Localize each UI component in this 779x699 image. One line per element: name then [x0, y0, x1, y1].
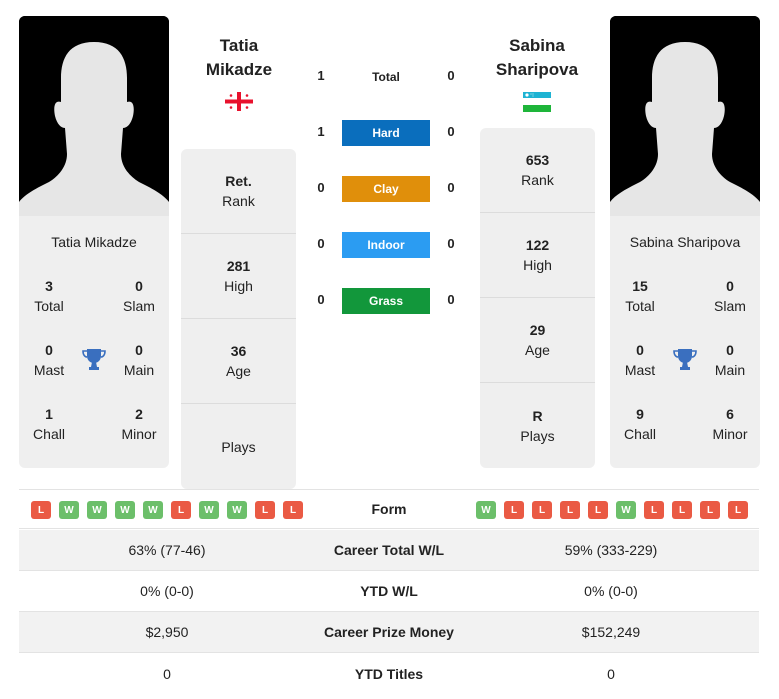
form-loss-badge[interactable]: L	[560, 501, 580, 519]
h2h-total-p1: 1	[317, 68, 325, 83]
silhouette-icon	[19, 16, 169, 216]
h2h-total-label: Total	[372, 70, 400, 84]
form-loss-badge[interactable]: L	[283, 501, 303, 519]
form-win-badge[interactable]: W	[143, 501, 163, 519]
surface-indoor-button[interactable]: Indoor	[342, 232, 430, 258]
player1-titles-mast: 0 Mast	[33, 342, 65, 378]
form-row: LWWWWLWWLL Form WLLLLWLLLL	[19, 489, 759, 529]
ytd-wl-row: 0% (0-0) YTD W/L 0% (0-0)	[19, 571, 759, 612]
player2-titles-slam: 0 Slam	[714, 278, 746, 314]
player2-card-name: Sabina Sharipova	[629, 234, 741, 250]
form-loss-badge[interactable]: L	[700, 501, 720, 519]
prize-money-row: $2,950 Career Prize Money $152,249	[19, 612, 759, 653]
player2-career-wl: 59% (333-229)	[564, 542, 658, 558]
form-win-badge[interactable]: W	[616, 501, 636, 519]
form-loss-badge[interactable]: L	[672, 501, 692, 519]
player1-card: Tatia Mikadze 3 Total 0 Slam 0 Mast 0 Main 1…	[19, 16, 169, 468]
h2h-clay-p2: 0	[447, 180, 455, 195]
player2-rank: 653 Rank	[480, 128, 595, 213]
surface-clay-button[interactable]: Clay	[342, 176, 430, 202]
player1-first-name[interactable]: Tatia	[164, 34, 314, 58]
form-loss-badge[interactable]: L	[504, 501, 524, 519]
player1-titles-chall: 1 Chall	[33, 406, 65, 442]
player2-photo	[610, 16, 760, 216]
form-loss-badge[interactable]: L	[171, 501, 191, 519]
surface-hard-button[interactable]: Hard	[342, 120, 430, 146]
player1-plays: Plays	[221, 438, 256, 455]
player1-titles-total: 3 Total	[34, 278, 64, 314]
form-loss-badge[interactable]: L	[532, 501, 552, 519]
player2-high: 122 High	[480, 213, 595, 298]
trophy-icon	[672, 346, 698, 372]
form-win-badge[interactable]: W	[227, 501, 247, 519]
form-loss-badge[interactable]: L	[644, 501, 664, 519]
player1-name[interactable]: Tatia Mikadze	[164, 34, 314, 82]
player1-titles-minor: 2 Minor	[121, 406, 157, 442]
surface-grass-button[interactable]: Grass	[342, 288, 430, 314]
form-loss-badge[interactable]: L	[728, 501, 748, 519]
uzbekistan-flag-icon	[523, 92, 551, 115]
player2-titles-main: 0 Main	[714, 342, 746, 378]
ytd-titles-label: YTD Titles	[354, 665, 424, 682]
player2-titles-mast: 0 Mast	[624, 342, 656, 378]
player1-age: 36 Age	[181, 319, 296, 404]
ytd-titles-row: 0 YTD Titles 0	[19, 653, 759, 694]
form-label: Form	[371, 501, 407, 517]
player1-career-wl: 63% (77-46)	[128, 542, 206, 558]
h2h-total-p2: 0	[447, 68, 455, 83]
player1-titles-main: 0 Main	[123, 342, 155, 378]
career-wl-label: Career Total W/L	[333, 542, 445, 558]
player2-rank-panel: 653 Rank 122 High 29 Age R Plays	[480, 128, 595, 468]
form-win-badge[interactable]: W	[199, 501, 219, 519]
h2h-hard-p1: 1	[317, 124, 325, 139]
player1-ytd-wl: 0% (0-0)	[140, 583, 194, 599]
form-win-badge[interactable]: W	[476, 501, 496, 519]
player2-prize-money: $152,249	[581, 624, 641, 640]
player1-rank: Ret. Rank	[181, 149, 296, 234]
player2-last-name[interactable]: Sharipova	[462, 58, 612, 82]
player1-photo	[19, 16, 169, 216]
player1-prize-money: $2,950	[145, 624, 189, 640]
player2-plays: R Plays	[520, 407, 555, 444]
player2-titles-total: 15 Total	[625, 278, 655, 314]
player2-name[interactable]: Sabina Sharipova	[462, 34, 612, 82]
player1-rank-panel: Ret. Rank 281 High 36 Age Plays	[181, 149, 296, 489]
form-win-badge[interactable]: W	[87, 501, 107, 519]
silhouette-icon	[610, 16, 760, 216]
player2-ytd-titles: 0	[607, 665, 615, 682]
form-loss-badge[interactable]: L	[588, 501, 608, 519]
form-loss-badge[interactable]: L	[255, 501, 275, 519]
player2-titles-minor: 6 Minor	[712, 406, 748, 442]
player1-card-name: Tatia Mikadze	[51, 234, 137, 250]
prize-money-label: Career Prize Money	[324, 624, 454, 640]
player2-age: 29 Age	[480, 298, 595, 383]
form-win-badge[interactable]: W	[115, 501, 135, 519]
h2h-grass-p1: 0	[317, 292, 325, 307]
h2h-indoor-p2: 0	[447, 236, 455, 251]
h2h-grass-p2: 0	[447, 292, 455, 307]
ytd-wl-label: YTD W/L	[360, 583, 418, 599]
career-wl-row: 63% (77-46) Career Total W/L 59% (333-22…	[19, 530, 759, 571]
georgia-flag-icon	[225, 92, 253, 114]
player1-last-name[interactable]: Mikadze	[164, 58, 314, 82]
form-loss-badge[interactable]: L	[31, 501, 51, 519]
player2-ytd-wl: 0% (0-0)	[584, 583, 638, 599]
trophy-icon	[81, 346, 107, 372]
h2h-indoor-p1: 0	[317, 236, 325, 251]
form-win-badge[interactable]: W	[59, 501, 79, 519]
player2-card: Sabina Sharipova 15 Total 0 Slam 0 Mast 0 Ma…	[610, 16, 760, 468]
h2h-clay-p1: 0	[317, 180, 325, 195]
player1-ytd-titles: 0	[163, 665, 171, 682]
player2-first-name[interactable]: Sabina	[462, 34, 612, 58]
player1-high: 281 High	[181, 234, 296, 319]
player1-titles-slam: 0 Slam	[123, 278, 155, 314]
player2-titles-chall: 9 Chall	[624, 406, 656, 442]
h2h-hard-p2: 0	[447, 124, 455, 139]
